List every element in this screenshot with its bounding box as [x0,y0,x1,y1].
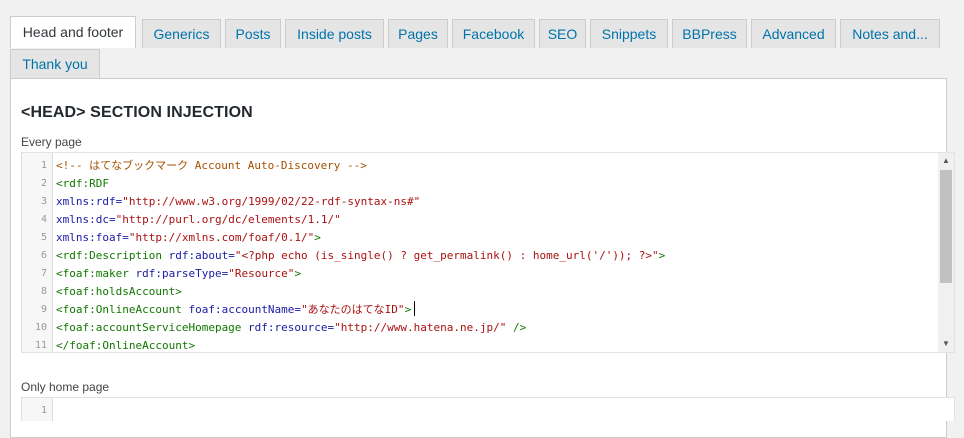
code-token: "<?php echo (is_single() ? get_permalink… [234,249,659,262]
scroll-down-icon[interactable]: ▼ [938,336,954,352]
code-token: <rdf:Description [56,249,162,262]
code-token: "http://www.hatena.ne.jp/" [334,321,507,334]
line-number: 7 [40,268,47,279]
line-number: 4 [40,214,47,225]
tab-advanced[interactable]: Advanced [751,19,836,48]
code-token: "http://xmlns.com/foaf/0.1/" [128,231,315,244]
code-token: xmlns:dc= [56,213,116,226]
code-line: <foaf:maker rdf:parseType="Resource"> [56,265,301,283]
code-token: rdf:parseType= [128,267,229,280]
line-number: 3 [40,196,47,207]
code-line: xmlns:foaf="http://xmlns.com/foaf/0.1/"> [56,229,321,247]
code-token: <foaf:maker [56,267,129,280]
code-token: <foaf:accountServiceHomepage [56,321,242,334]
tab-head-and-footer[interactable]: Head and footer [10,16,136,48]
code-line: <foaf:OnlineAccount foaf:accountName="あな… [56,301,411,319]
tab-inside-posts[interactable]: Inside posts [285,19,384,48]
scrollbar-thumb[interactable] [940,170,952,283]
line-number: 9 [40,304,47,315]
line-number: 5 [40,232,47,243]
scroll-up-icon[interactable]: ▲ [938,153,954,169]
line-number: 1 [40,405,47,416]
tab-snippets[interactable]: Snippets [590,19,668,48]
code-token: <foaf:OnlineAccount [56,303,182,316]
code-token: /> [506,321,527,334]
code-token: xmlns:rdf= [56,195,123,208]
code-token: <foaf:holdsAccount> [56,285,182,298]
tab-thank-you[interactable]: Thank you [10,49,100,78]
tab-notes-and[interactable]: Notes and... [840,19,940,48]
tab-pages[interactable]: Pages [388,19,448,48]
code-line: <foaf:holdsAccount> [56,283,182,301]
code-token: "http://www.w3.org/1999/02/22-rdf-syntax… [122,195,421,208]
code-token: </foaf:OnlineAccount> [56,339,196,352]
text-cursor [414,301,415,316]
tab-facebook[interactable]: Facebook [452,19,535,48]
code-token: <rdf:RDF [56,177,109,190]
line-number: 1 [40,160,47,171]
every-page-label: Every page [21,135,82,149]
tab-bbpress[interactable]: BBPress [672,19,747,48]
code-line: <rdf:RDF [56,175,109,193]
line-number: 6 [40,250,47,261]
code-token: "http://purl.org/dc/elements/1.1/" [115,213,341,226]
code-token: > [314,231,321,244]
code-line: xmlns:dc="http://purl.org/dc/elements/1.… [56,211,341,229]
line-number: 11 [34,340,47,351]
tab-generics[interactable]: Generics [142,19,221,48]
code-token: rdf:resource= [241,321,335,334]
section-title: <HEAD> SECTION INJECTION [21,104,253,121]
tab-seo[interactable]: SEO [539,19,586,48]
code-token: > [404,303,412,316]
code-line: <!-- はてなブックマーク Account Auto-Discovery --… [56,157,367,175]
every-page-code-editor[interactable]: 1 2 3 4 5 6 7 8 9 10 11 <!-- はてなブックマーク Account Auto… [21,152,955,353]
code-token: foaf:accountName= [181,303,302,316]
code-token: > [294,267,302,280]
code-token: "Resource" [228,267,295,280]
line-number: 10 [34,322,47,333]
line-number: 8 [40,286,47,297]
code-line: <rdf:Description rdf:about="<?php echo (… [56,247,665,265]
code-token: "あなたのはてなID" [301,303,405,316]
code-line: xmlns:rdf="http://www.w3.org/1999/02/22-… [56,193,420,211]
code-token: rdf:about= [161,249,235,262]
home-page-code-editor[interactable]: 1 [21,397,955,421]
home-page-label: Only home page [21,380,110,394]
code-line: </foaf:OnlineAccount> [56,337,196,352]
line-number: 2 [40,178,47,189]
vertical-scrollbar[interactable]: ▲ ▼ [938,153,954,352]
code-token: xmlns:foaf= [56,231,129,244]
code-token: <!-- はてなブックマーク Account Auto-Discovery --… [56,159,367,172]
code-token: > [658,249,666,262]
tab-posts[interactable]: Posts [225,19,281,48]
code-line: <foaf:accountServiceHomepage rdf:resourc… [56,319,526,337]
